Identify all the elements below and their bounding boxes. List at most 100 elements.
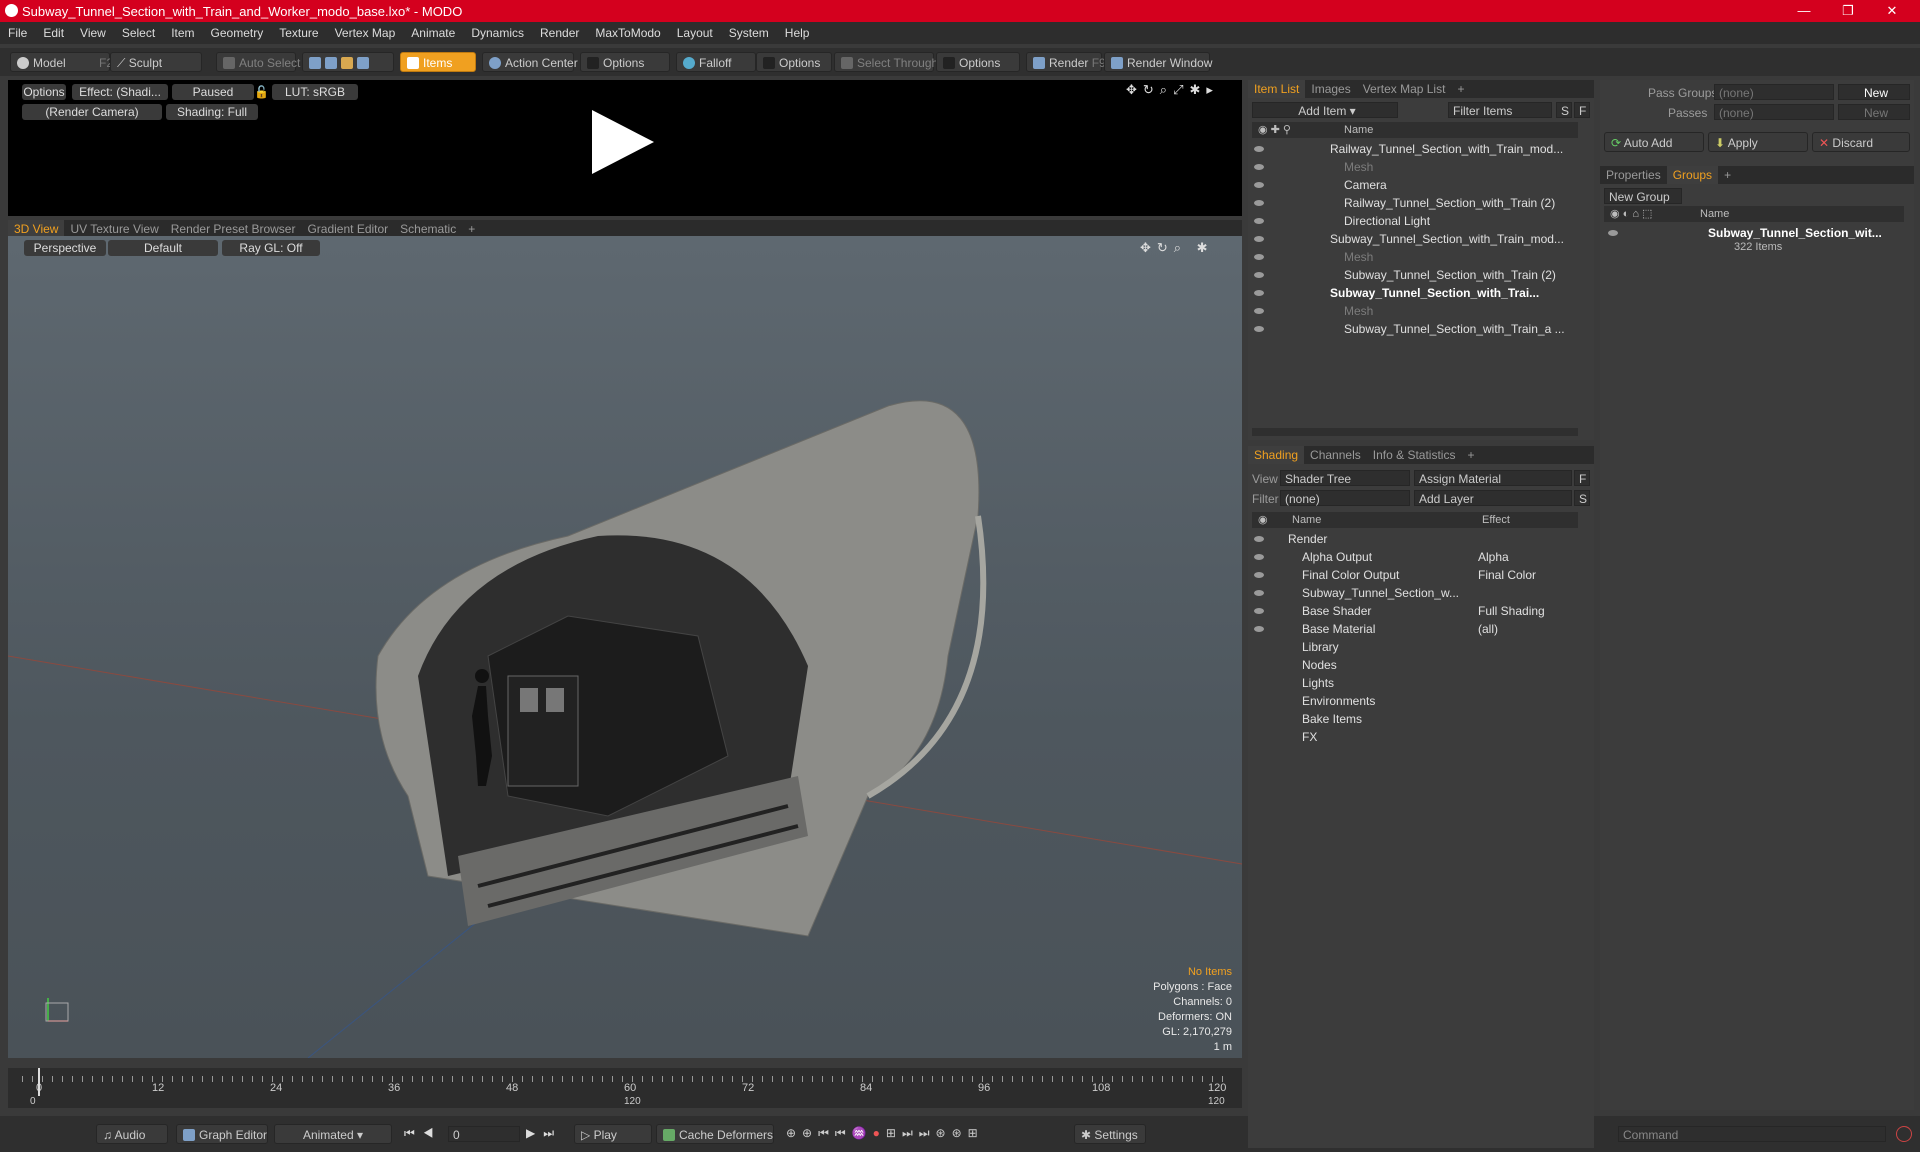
discard-button[interactable]: ✕ Discard [1812, 132, 1910, 152]
shader-tree-row[interactable]: Library [1302, 638, 1339, 656]
tab-item-list[interactable]: Item List [1248, 80, 1306, 98]
add-item-button[interactable]: Add Item ▾ [1252, 102, 1398, 118]
preview-lut[interactable]: LUT: sRGB [272, 84, 358, 100]
add-tab-button[interactable]: + [1451, 80, 1470, 98]
menu-texture[interactable]: Texture [271, 22, 326, 44]
eye-icon[interactable] [1254, 164, 1264, 170]
shader-tree-row[interactable]: FX [1302, 728, 1317, 746]
frame-field[interactable]: 0 [448, 1126, 520, 1142]
effect-dropdown[interactable]: (all) [1478, 620, 1498, 638]
filter-items-input[interactable]: Filter Items [1448, 102, 1552, 118]
eye-icon[interactable] [1254, 308, 1264, 314]
edges-icon[interactable] [325, 57, 337, 69]
eye-icon[interactable] [1254, 572, 1264, 578]
new-pass-group-button[interactable]: New [1838, 84, 1910, 100]
tab-vertex-map-list[interactable]: Vertex Map List [1357, 80, 1452, 98]
auto-add-button[interactable]: ⟳ Auto Add [1604, 132, 1704, 152]
eye-icon[interactable] [1254, 626, 1264, 632]
eye-icon[interactable] [1608, 230, 1618, 236]
render-window-button[interactable]: Render Window [1104, 52, 1212, 72]
item-list-row[interactable]: Subway_Tunnel_Section_with_Train_a ... [1344, 320, 1565, 338]
graph-editor-button[interactable]: Graph Editor [176, 1124, 268, 1144]
sculpt-button[interactable]: ⟋ Sculpt [110, 52, 202, 72]
effect-dropdown[interactable]: Final Color [1478, 566, 1536, 584]
menu-vertex-map[interactable]: Vertex Map [327, 22, 404, 44]
menu-dynamics[interactable]: Dynamics [463, 22, 532, 44]
audio-button[interactable]: ♫ Audio [96, 1124, 168, 1144]
item-list-row[interactable]: Camera [1344, 176, 1387, 194]
eye-icon[interactable] [1254, 146, 1264, 152]
preview-effect[interactable]: Effect: (Shadi... [72, 84, 168, 100]
checkbox-icon[interactable] [943, 57, 955, 69]
preview-shading[interactable]: Shading: Full [166, 104, 258, 120]
menu-render[interactable]: Render [532, 22, 587, 44]
tab-shading[interactable]: Shading [1248, 446, 1305, 464]
animated-dropdown[interactable]: Animated ▾ [274, 1124, 392, 1144]
preview-camera[interactable]: (Render Camera) [22, 104, 162, 120]
item-list-row[interactable]: Subway_Tunnel_Section_with_Trai... [1330, 284, 1539, 302]
pass-groups-dropdown[interactable]: (none) [1714, 84, 1834, 100]
command-input[interactable]: Command [1618, 1126, 1886, 1142]
checkbox-icon[interactable] [587, 57, 599, 69]
shader-tree-dropdown[interactable]: Shader Tree [1280, 470, 1410, 486]
eye-icon[interactable] [1254, 254, 1264, 260]
menu-geometry[interactable]: Geometry [203, 22, 272, 44]
minimize-icon[interactable]: — [1782, 0, 1826, 22]
effect-dropdown[interactable]: Full Shading [1478, 602, 1545, 620]
stop-icon[interactable] [1896, 1126, 1912, 1142]
record-icon[interactable]: ● [873, 1126, 886, 1140]
falloff-button[interactable]: Falloff [676, 52, 756, 72]
eye-icon[interactable] [1254, 182, 1264, 188]
item-list-row[interactable]: Railway_Tunnel_Section_with_Train_mod... [1330, 140, 1563, 158]
options-button-2[interactable]: Options [756, 52, 832, 72]
eye-icon[interactable] [1254, 608, 1264, 614]
eye-icon[interactable] [1254, 218, 1264, 224]
select-through-button[interactable]: Select Through [834, 52, 938, 72]
add-tab-button[interactable]: + [1461, 446, 1480, 464]
eye-icon[interactable] [1254, 200, 1264, 206]
assign-material-button[interactable]: Assign Material [1414, 470, 1572, 486]
menu-maxtomodo[interactable]: MaxToModo [587, 22, 668, 44]
tab-groups[interactable]: Groups [1666, 166, 1719, 184]
tab-properties[interactable]: Properties [1600, 166, 1667, 184]
checkbox-icon[interactable] [763, 57, 775, 69]
options-button-1[interactable]: Options [580, 52, 670, 72]
menu-view[interactable]: View [72, 22, 114, 44]
eye-icon[interactable] [1254, 554, 1264, 560]
shader-tree-row[interactable]: Alpha Output [1302, 548, 1372, 566]
passes-dropdown[interactable]: (none) [1714, 104, 1834, 120]
effect-dropdown[interactable]: Alpha [1478, 548, 1509, 566]
item-list-row[interactable]: Directional Light [1344, 212, 1430, 230]
auto-select-button[interactable]: Auto Select [216, 52, 300, 72]
shader-tree-row[interactable]: Lights [1302, 674, 1334, 692]
3d-viewport[interactable]: Perspective Default Ray GL: Off ✥↻⌕ ✱ No… [8, 236, 1242, 1058]
eye-icon[interactable] [1254, 326, 1264, 332]
filter-toggle-f[interactable]: F [1574, 102, 1590, 118]
eye-icon[interactable] [1254, 236, 1264, 242]
search-toggle-s[interactable]: S [1556, 102, 1572, 118]
menu-item[interactable]: Item [163, 22, 202, 44]
shader-tree-row[interactable]: Bake Items [1302, 710, 1362, 728]
transport-back-icons[interactable]: ⏮◀ [404, 1126, 442, 1141]
shader-tree-row[interactable]: Nodes [1302, 656, 1337, 674]
cache-deformers-button[interactable]: Cache Deformers [656, 1124, 774, 1144]
preview-paused[interactable]: Paused [172, 84, 254, 100]
eye-icon[interactable] [1254, 536, 1264, 542]
item-list-row[interactable]: Mesh [1344, 302, 1373, 320]
menu-animate[interactable]: Animate [403, 22, 463, 44]
polygons-icon[interactable] [341, 57, 353, 69]
render-button[interactable]: Render F9 [1026, 52, 1106, 72]
filter-dropdown[interactable]: (none) [1280, 490, 1410, 506]
menu-layout[interactable]: Layout [669, 22, 721, 44]
key-tool-icons[interactable]: ⊕⊕⏮⏮♒●⊞⏭⏭⊛⊛⊞ [786, 1126, 984, 1141]
item-list-scrollbar[interactable] [1252, 428, 1578, 436]
apply-button[interactable]: ⬇ Apply [1708, 132, 1808, 152]
preview-nav-icons[interactable]: ✥↻⌕⤢✱▸ [1126, 82, 1219, 98]
shader-tree-row[interactable]: Render [1288, 530, 1327, 548]
items-button[interactable]: Items [400, 52, 476, 72]
shader-tree-row[interactable]: Base Material [1302, 620, 1375, 638]
shader-tree-row[interactable]: Base Shader [1302, 602, 1371, 620]
eye-icon[interactable] [1254, 590, 1264, 596]
vertices-icon[interactable] [309, 57, 321, 69]
item-list-row[interactable]: Subway_Tunnel_Section_with_Train (2) [1344, 266, 1556, 284]
